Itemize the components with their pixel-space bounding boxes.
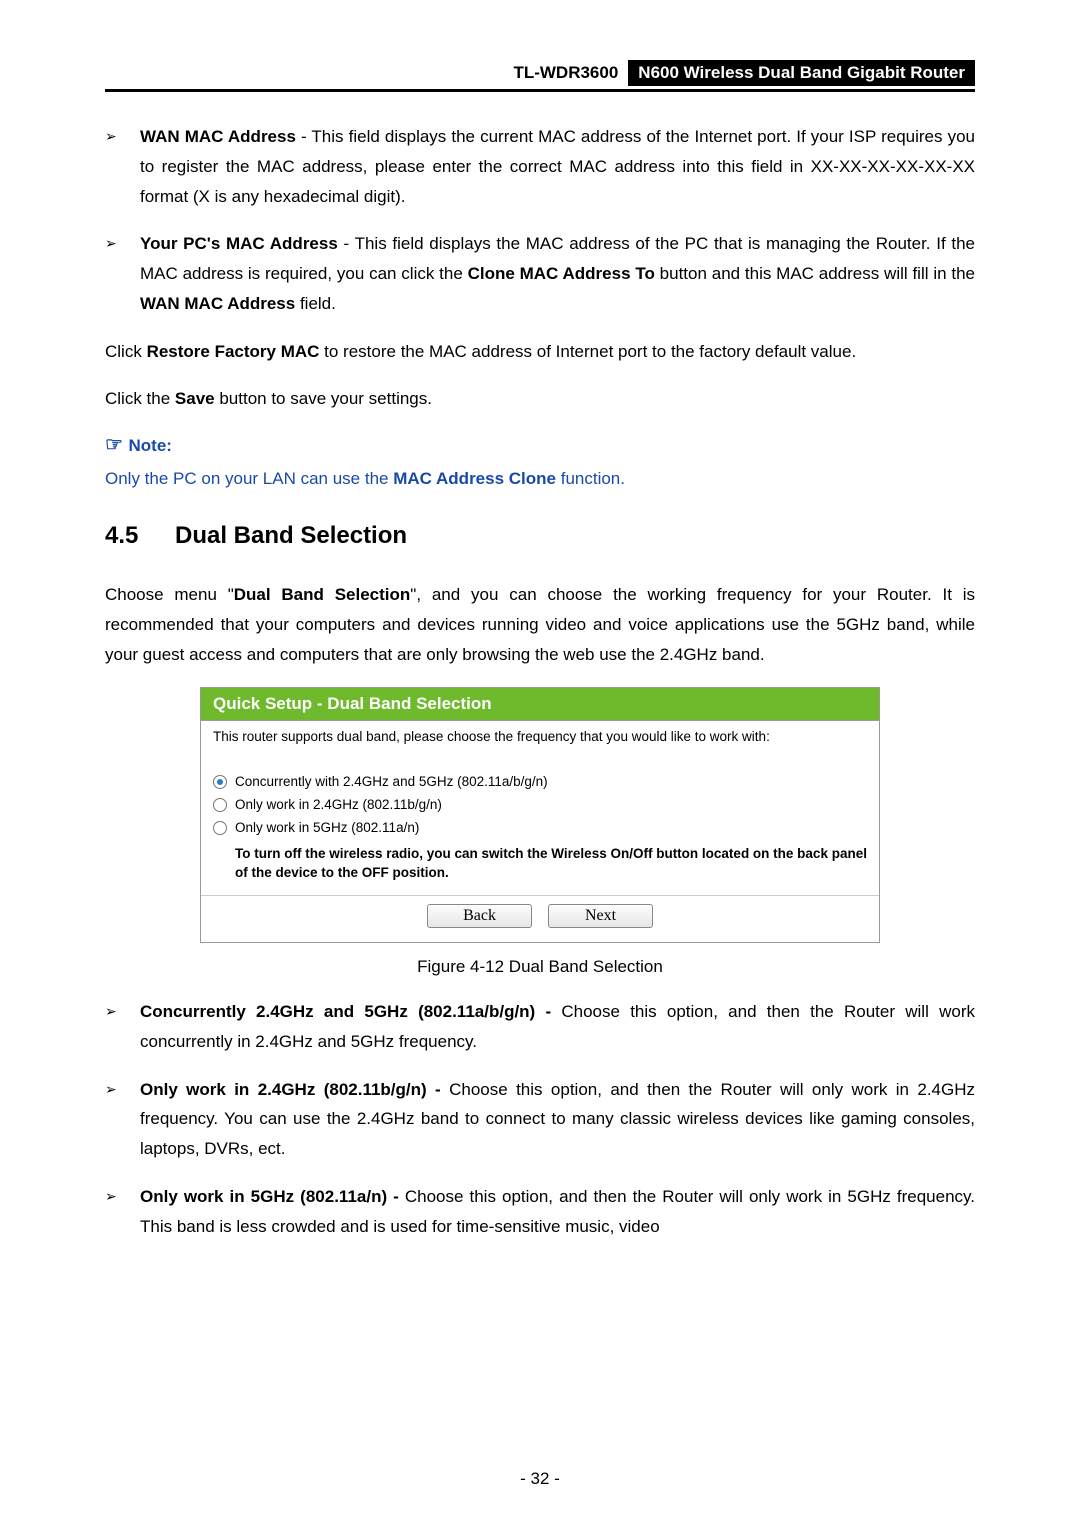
term: Concurrently 2.4GHz and 5GHz (802.11a/b/… xyxy=(140,1002,551,1021)
section-intro: Choose menu "Dual Band Selection", and y… xyxy=(105,580,975,669)
txt: function. xyxy=(556,469,625,488)
figure-caption: Figure 4-12 Dual Band Selection xyxy=(417,957,663,977)
t2: button and this MAC address will fill in… xyxy=(655,264,975,283)
note-body: Only the PC on your LAN can use the MAC … xyxy=(105,465,975,492)
back-button[interactable]: Back xyxy=(427,904,532,928)
bold: Dual Band Selection xyxy=(234,585,411,604)
list-item: Concurrently 2.4GHz and 5GHz (802.11a/b/… xyxy=(105,997,975,1057)
bold2: WAN MAC Address xyxy=(140,294,295,313)
radio-label: Only work in 5GHz (802.11a/n) xyxy=(235,820,419,835)
bullet-list-top: WAN MAC Address - This field displays th… xyxy=(105,122,975,319)
section-heading: 4.5Dual Band Selection xyxy=(105,522,975,550)
term: WAN MAC Address xyxy=(140,127,296,146)
next-button[interactable]: Next xyxy=(548,904,653,928)
section-number: 4.5 xyxy=(105,522,175,550)
bold1: Clone MAC Address To xyxy=(468,264,655,283)
list-item: Only work in 2.4GHz (802.11b/g/n) - Choo… xyxy=(105,1075,975,1164)
panel-description: This router supports dual band, please c… xyxy=(213,729,867,744)
header-title: N600 Wireless Dual Band Gigabit Router xyxy=(628,60,975,86)
txt: Click xyxy=(105,342,147,361)
bold: MAC Address Clone xyxy=(393,469,556,488)
radio-label: Concurrently with 2.4GHz and 5GHz (802.1… xyxy=(235,774,548,789)
list-item: WAN MAC Address - This field displays th… xyxy=(105,122,975,211)
save-paragraph: Click the Save button to save your setti… xyxy=(105,384,975,414)
txt: Only the PC on your LAN can use the xyxy=(105,469,393,488)
txt: to restore the MAC address of Internet p… xyxy=(319,342,856,361)
radio-option-5ghz[interactable]: Only work in 5GHz (802.11a/n) xyxy=(213,816,867,839)
txt: Choose menu " xyxy=(105,585,234,604)
bold: Restore Factory MAC xyxy=(147,342,320,361)
bold: Save xyxy=(175,389,215,408)
restore-paragraph: Click Restore Factory MAC to restore the… xyxy=(105,337,975,367)
bullet-list-bottom: Concurrently 2.4GHz and 5GHz (802.11a/b/… xyxy=(105,997,975,1241)
radio-option-24ghz[interactable]: Only work in 2.4GHz (802.11b/g/n) xyxy=(213,793,867,816)
button-row: Back Next xyxy=(201,895,879,940)
radio-label: Only work in 2.4GHz (802.11b/g/n) xyxy=(235,797,442,812)
term: Your PC's MAC Address xyxy=(140,234,338,253)
radio-icon xyxy=(213,798,227,812)
header-model: TL-WDR3600 xyxy=(513,63,618,83)
figure-wrap: Quick Setup - Dual Band Selection This r… xyxy=(105,687,975,977)
txt: button to save your settings. xyxy=(215,389,432,408)
list-item: Only work in 5GHz (802.11a/n) - Choose t… xyxy=(105,1182,975,1242)
radio-icon xyxy=(213,775,227,789)
panel-hint: To turn off the wireless radio, you can … xyxy=(213,839,867,895)
txt: Click the xyxy=(105,389,175,408)
t3: field. xyxy=(295,294,336,313)
page-number: - 32 - xyxy=(0,1469,1080,1489)
radio-icon xyxy=(213,821,227,835)
list-item: Your PC's MAC Address - This field displ… xyxy=(105,229,975,318)
note-heading: Note: xyxy=(105,432,975,457)
doc-header: TL-WDR3600 N600 Wireless Dual Band Gigab… xyxy=(105,60,975,92)
panel-title: Quick Setup - Dual Band Selection xyxy=(201,688,879,721)
section-title: Dual Band Selection xyxy=(175,522,407,549)
quick-setup-panel: Quick Setup - Dual Band Selection This r… xyxy=(200,687,880,943)
term: Only work in 2.4GHz (802.11b/g/n) - xyxy=(140,1080,441,1099)
radio-option-concurrent[interactable]: Concurrently with 2.4GHz and 5GHz (802.1… xyxy=(213,770,867,793)
term: Only work in 5GHz (802.11a/n) - xyxy=(140,1187,399,1206)
